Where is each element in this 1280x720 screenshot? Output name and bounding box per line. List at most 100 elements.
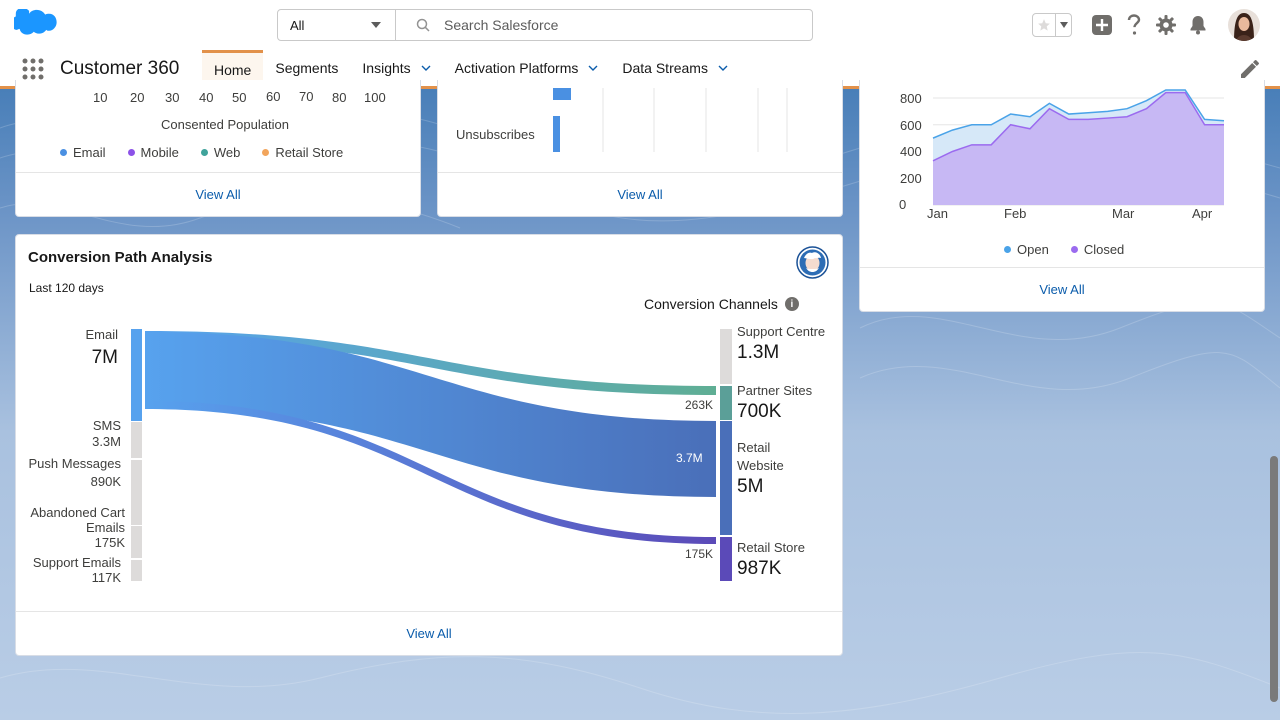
legend-dot bbox=[200, 149, 208, 156]
bell-icon bbox=[1190, 16, 1206, 35]
source-node-sms[interactable] bbox=[131, 422, 142, 458]
target-label-partner-sites: Partner Sites 700K bbox=[737, 383, 812, 423]
target-value: 987K bbox=[737, 558, 782, 579]
target-name: Retail Store bbox=[737, 540, 805, 555]
tab-label: Data Streams bbox=[622, 60, 708, 76]
source-value: 3.3M bbox=[92, 434, 121, 449]
notifications-button[interactable] bbox=[1187, 14, 1209, 36]
legend-label: Email bbox=[73, 145, 106, 160]
legend-item-closed[interactable]: Closed bbox=[1070, 242, 1125, 257]
favorites-group bbox=[1032, 13, 1072, 37]
tab-label: Activation Platforms bbox=[454, 60, 579, 76]
legend-item-email[interactable]: Email bbox=[60, 145, 106, 160]
x-tick-label: 40 bbox=[199, 90, 214, 105]
source-label-abandoned-cart: Abandoned Cart Emails 175K bbox=[15, 505, 125, 550]
header-utility-icons bbox=[1032, 9, 1260, 41]
salesforce-logo-icon[interactable] bbox=[14, 9, 58, 41]
target-name: Retail Website bbox=[737, 440, 784, 473]
source-label-support-emails: Support Emails 117K bbox=[33, 555, 121, 585]
search-scope-label: All bbox=[290, 17, 305, 33]
x-tick-label: 10 bbox=[93, 90, 108, 105]
legend-label: Retail Store bbox=[275, 145, 344, 160]
legend-label: Open bbox=[1017, 242, 1049, 257]
user-avatar[interactable] bbox=[1228, 9, 1260, 41]
help-icon bbox=[1127, 14, 1141, 35]
source-name: Support Emails bbox=[32, 555, 121, 570]
y-tick-label: 600 bbox=[900, 118, 922, 133]
x-tick-label: 70 bbox=[299, 89, 314, 104]
bar[interactable] bbox=[553, 88, 571, 100]
global-search: All Search Salesforce bbox=[277, 9, 813, 41]
setup-button[interactable] bbox=[1155, 14, 1177, 36]
target-node-support-centre[interactable] bbox=[720, 329, 732, 384]
target-node-retail-store[interactable] bbox=[720, 537, 732, 581]
source-node-push[interactable] bbox=[131, 460, 142, 525]
global-actions-button[interactable] bbox=[1091, 14, 1113, 36]
x-tick-label: Feb bbox=[1004, 206, 1027, 221]
target-value: 5M bbox=[737, 476, 764, 497]
star-icon bbox=[1038, 19, 1050, 31]
chevron-down-icon[interactable] bbox=[421, 65, 431, 71]
flow-value-retail-website: 3.7M bbox=[676, 451, 703, 465]
x-tick-label: 20 bbox=[130, 90, 145, 105]
area-closed[interactable] bbox=[933, 92, 1224, 205]
page-scrollbar[interactable] bbox=[1270, 456, 1278, 702]
legend-dot bbox=[60, 149, 67, 156]
target-label-retail-website: Retail Website 5M bbox=[737, 439, 807, 496]
source-label-sms: SMS 3.3M bbox=[92, 418, 121, 450]
favorites-star-button[interactable] bbox=[1033, 14, 1055, 36]
legend-dot bbox=[262, 149, 270, 156]
app-launcher-icon[interactable] bbox=[22, 58, 44, 80]
view-all-link[interactable]: View All bbox=[16, 172, 420, 216]
source-node-support-emails[interactable] bbox=[131, 560, 142, 581]
source-value: 7M bbox=[91, 347, 118, 368]
y-tick-label: 200 bbox=[900, 171, 922, 186]
edit-nav-icon[interactable] bbox=[1238, 57, 1262, 81]
legend-item-web[interactable]: Web bbox=[200, 145, 241, 160]
tab-label: Insights bbox=[362, 60, 411, 76]
legend-dot bbox=[127, 149, 135, 156]
legend-label: Mobile bbox=[140, 145, 179, 160]
source-label-email: Email 7M bbox=[85, 327, 118, 369]
search-input[interactable]: Search Salesforce bbox=[396, 10, 812, 40]
x-axis-label: Consented Population bbox=[161, 117, 289, 132]
x-tick-label: Jan bbox=[927, 206, 948, 221]
chevron-down-icon[interactable] bbox=[588, 65, 598, 71]
y-tick-label: 400 bbox=[900, 144, 922, 159]
conversion-path-card: Conversion Path Analysis Last 120 days C… bbox=[15, 234, 843, 656]
cases-card: 800 600 400 200 0 Jan Feb Mar Apr Open C… bbox=[859, 80, 1265, 312]
engagement-chart bbox=[553, 88, 788, 152]
view-all-link[interactable]: View All bbox=[860, 267, 1264, 311]
search-placeholder: Search Salesforce bbox=[444, 17, 559, 33]
consent-card: 10 20 30 40 50 60 70 80 100 Consented Po… bbox=[15, 80, 421, 217]
legend-item-retail-store[interactable]: Retail Store bbox=[262, 145, 343, 160]
help-button[interactable] bbox=[1123, 14, 1145, 36]
source-name: Email bbox=[85, 327, 118, 342]
source-name: SMS bbox=[92, 418, 121, 433]
legend-label: Closed bbox=[1083, 242, 1125, 257]
search-scope-dropdown[interactable]: All bbox=[278, 10, 396, 40]
target-name: Partner Sites bbox=[737, 383, 813, 398]
source-value: 175K bbox=[94, 535, 125, 550]
target-name: Support Centre bbox=[737, 324, 826, 339]
target-node-retail-website[interactable] bbox=[720, 421, 732, 535]
target-node-partner-sites[interactable] bbox=[720, 386, 732, 420]
favorites-list-button[interactable] bbox=[1055, 14, 1071, 36]
x-tick-label: 30 bbox=[165, 90, 180, 105]
source-node-email[interactable] bbox=[131, 329, 142, 421]
bar[interactable] bbox=[553, 116, 560, 152]
view-all-link[interactable]: View All bbox=[438, 172, 842, 216]
engagement-card: Unsubscribes View All bbox=[437, 80, 843, 217]
legend-item-open[interactable]: Open bbox=[1004, 242, 1049, 257]
chevron-down-icon[interactable] bbox=[718, 65, 728, 71]
x-tick-label: 100 bbox=[364, 90, 386, 105]
view-all-link[interactable]: View All bbox=[16, 611, 842, 655]
legend-item-mobile[interactable]: Mobile bbox=[127, 145, 179, 160]
source-value: 890K bbox=[90, 474, 121, 489]
legend-label: Web bbox=[213, 145, 241, 160]
chevron-down-icon bbox=[371, 22, 381, 28]
source-node-abandoned-cart[interactable] bbox=[131, 526, 142, 558]
y-tick-label: 0 bbox=[899, 197, 907, 212]
x-tick-label: 50 bbox=[232, 90, 247, 105]
flow-value-retail-store: 175K bbox=[685, 547, 714, 561]
